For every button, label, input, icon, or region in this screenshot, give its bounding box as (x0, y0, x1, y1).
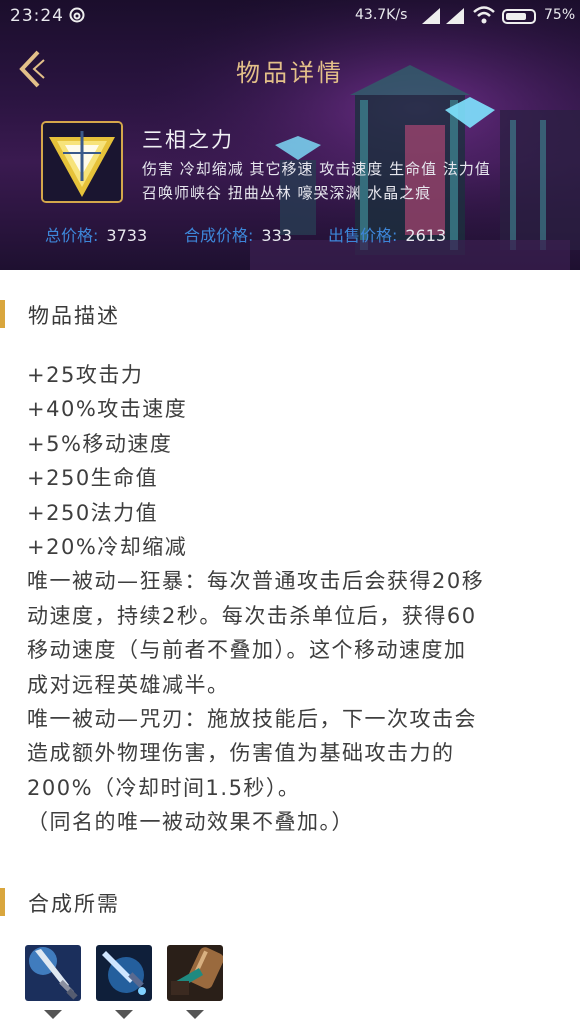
component-item-2[interactable] (96, 945, 152, 1001)
item-header: 23:24 43.7K/s 75% 物品详情 三相之力 伤害 冷却缩减 其它移速… (0, 0, 580, 270)
section-accent-bar (0, 888, 5, 916)
desc-line: 唯一被动—咒刃：施放技能后，下一次攻击会 (27, 707, 477, 732)
sell-price: 出售价格: 2613 (328, 222, 446, 246)
section-title-description: 物品描述 (28, 304, 120, 328)
combine-price-value: 333 (261, 226, 292, 245)
sword-icon (25, 945, 81, 1001)
network-speed: 43.7K/s (355, 7, 408, 23)
desc-line: +250生命值 (27, 466, 159, 491)
item-tags: 伤害 冷却缩减 其它移速 攻击速度 生命值 法力值 (142, 160, 491, 178)
desc-line: +250法力值 (27, 500, 159, 525)
signal-icon (422, 8, 440, 24)
desc-line: 造成额外物理伤害，伤害值为基础攻击力的 (27, 741, 455, 766)
section-title-components: 合成所需 (28, 892, 120, 916)
page-title: 物品详情 (236, 59, 344, 87)
battery-icon (502, 9, 536, 24)
triforce-icon (43, 123, 121, 201)
wifi-icon (473, 6, 495, 24)
desc-line: +20%冷却缩减 (27, 535, 188, 560)
desc-line: （同名的唯一被动效果不叠加。） (27, 810, 354, 835)
combine-price-label: 合成价格: (184, 226, 254, 245)
status-time: 23:24 (10, 6, 64, 26)
status-bar: 23:24 43.7K/s 75% (0, 0, 580, 32)
total-price-label: 总价格: (45, 226, 99, 245)
desc-line: 动速度，持续2秒。每次击杀单位后，获得60 (27, 603, 477, 628)
dagger-icon (96, 945, 152, 1001)
item-name: 三相之力 (142, 128, 234, 152)
total-price: 总价格: 3733 (45, 222, 147, 246)
component-item-1[interactable] (25, 945, 81, 1001)
item-icon (41, 121, 123, 203)
desc-line: 成对远程英雄减半。 (27, 672, 230, 697)
hammer-icon (167, 945, 223, 1001)
desc-line: +40%攻击速度 (27, 397, 188, 422)
component-item-3[interactable] (167, 945, 223, 1001)
component-expand-3[interactable] (186, 1010, 204, 1019)
combine-price: 合成价格: 333 (184, 222, 292, 246)
battery-level (506, 13, 526, 20)
signal-icon (446, 8, 464, 24)
component-expand-2[interactable] (115, 1010, 133, 1019)
desc-line: +25攻击力 (27, 363, 144, 387)
battery-percent: 75% (544, 7, 576, 23)
sell-price-value: 2613 (405, 226, 447, 245)
item-maps: 召唤师峡谷 扭曲丛林 嚎哭深渊 水晶之痕 (142, 184, 432, 202)
total-price-value: 3733 (106, 226, 148, 245)
desc-line: +5%移动速度 (27, 431, 173, 456)
component-expand-1[interactable] (44, 1010, 62, 1019)
desc-line: 移动速度（与前者不叠加）。这个移动速度加 (27, 638, 467, 663)
desc-line: 唯一被动—狂暴：每次普通攻击后会获得20移 (27, 569, 485, 594)
sell-price-label: 出售价格: (328, 226, 398, 245)
section-accent-bar (0, 300, 5, 328)
item-description: +25攻击力 +40%攻击速度 +5%移动速度 +250生命值 +250法力值 … (27, 358, 557, 840)
desc-line: 200%（冷却时间1.5秒）。 (27, 775, 301, 800)
app-notification-icon (69, 7, 85, 23)
